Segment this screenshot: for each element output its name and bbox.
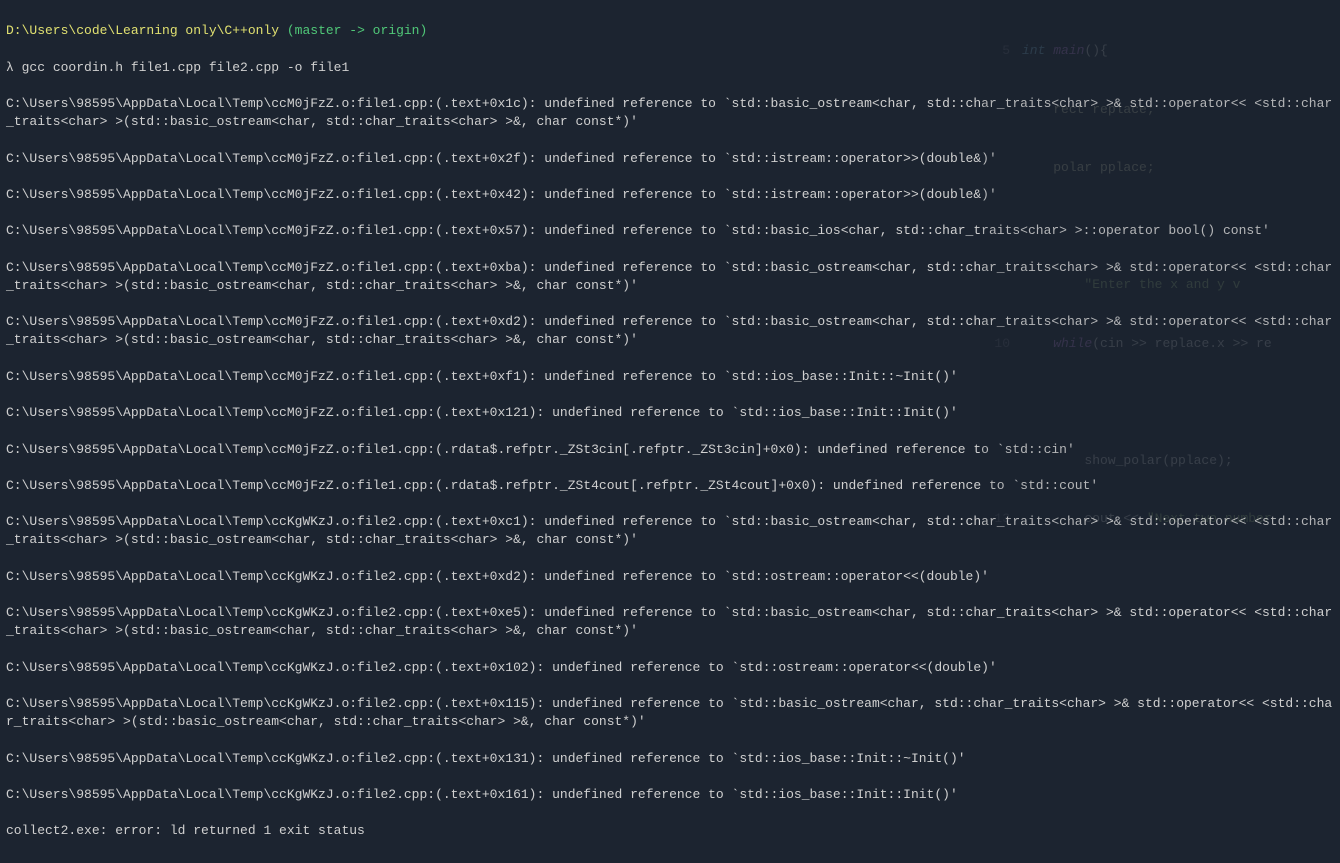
command-line: λ gcc coordin.h file1.cpp file2.cpp -o f… bbox=[6, 59, 1334, 77]
error-line: C:\Users\98595\AppData\Local\Temp\ccM0jF… bbox=[6, 150, 1334, 168]
error-line: C:\Users\98595\AppData\Local\Temp\ccM0jF… bbox=[6, 404, 1334, 422]
command-text: gcc coordin.h file1.cpp file2.cpp -o fil… bbox=[22, 60, 350, 75]
prompt-line: D:\Users\code\Learning only\C++only (mas… bbox=[6, 22, 1334, 40]
error-line: C:\Users\98595\AppData\Local\Temp\ccKgWK… bbox=[6, 695, 1334, 731]
error-line: C:\Users\98595\AppData\Local\Temp\ccKgWK… bbox=[6, 750, 1334, 768]
current-path: D:\Users\code\Learning only\C++only bbox=[6, 23, 279, 38]
error-line: C:\Users\98595\AppData\Local\Temp\ccM0jF… bbox=[6, 368, 1334, 386]
error-line: C:\Users\98595\AppData\Local\Temp\ccKgWK… bbox=[6, 659, 1334, 677]
error-line: C:\Users\98595\AppData\Local\Temp\ccKgWK… bbox=[6, 513, 1334, 549]
error-line: C:\Users\98595\AppData\Local\Temp\ccM0jF… bbox=[6, 222, 1334, 240]
git-branch: (master -> origin) bbox=[287, 23, 427, 38]
error-line: C:\Users\98595\AppData\Local\Temp\ccKgWK… bbox=[6, 604, 1334, 640]
terminal-output[interactable]: D:\Users\code\Learning only\C++only (mas… bbox=[0, 0, 1340, 863]
error-line: C:\Users\98595\AppData\Local\Temp\ccM0jF… bbox=[6, 259, 1334, 295]
error-line: C:\Users\98595\AppData\Local\Temp\ccKgWK… bbox=[6, 786, 1334, 804]
error-line: C:\Users\98595\AppData\Local\Temp\ccM0jF… bbox=[6, 313, 1334, 349]
error-line: C:\Users\98595\AppData\Local\Temp\ccM0jF… bbox=[6, 186, 1334, 204]
error-line: C:\Users\98595\AppData\Local\Temp\ccM0jF… bbox=[6, 477, 1334, 495]
error-line: C:\Users\98595\AppData\Local\Temp\ccKgWK… bbox=[6, 568, 1334, 586]
error-line: C:\Users\98595\AppData\Local\Temp\ccM0jF… bbox=[6, 95, 1334, 131]
error-line: C:\Users\98595\AppData\Local\Temp\ccM0jF… bbox=[6, 441, 1334, 459]
error-line: collect2.exe: error: ld returned 1 exit … bbox=[6, 822, 1334, 840]
prompt-symbol: λ bbox=[6, 60, 14, 75]
